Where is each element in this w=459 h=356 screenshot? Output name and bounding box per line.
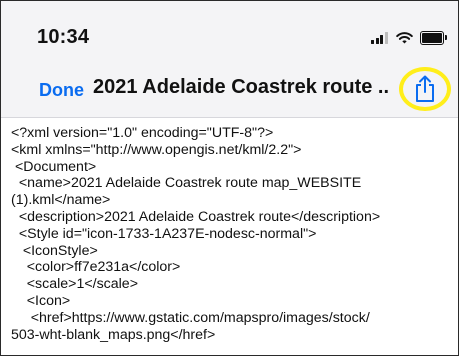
document-line: <href>https://www.gstatic.com/mapspro/im… bbox=[11, 309, 370, 326]
status-icons bbox=[371, 31, 447, 45]
document-line: <description>2021 Adelaide Coastrek rout… bbox=[11, 208, 381, 225]
status-time: 10:34 bbox=[37, 26, 90, 48]
app-screen: 10:34 Done 2021 Adelaide Coastrek route … bbox=[0, 0, 459, 356]
document-line: <Document> bbox=[11, 158, 97, 175]
document-line: <name>2021 Adelaide Coastrek route map_W… bbox=[11, 175, 362, 192]
wifi-icon bbox=[396, 32, 413, 44]
battery-icon bbox=[420, 31, 447, 45]
signal-icon bbox=[371, 32, 389, 44]
document-line: <scale>1</scale> bbox=[11, 276, 138, 293]
document-line: 503-wht-blank_maps.png</href> bbox=[11, 326, 216, 343]
document-line: <color>ff7e231a</color> bbox=[11, 259, 181, 276]
done-button[interactable]: Done bbox=[39, 80, 84, 101]
document-line: <Icon> bbox=[11, 292, 71, 309]
status-bar: 10:34 bbox=[1, 1, 458, 63]
document-line: <?xml version="1.0" encoding="UTF-8"?> bbox=[11, 125, 274, 141]
document-line: <IconStyle> bbox=[11, 242, 98, 259]
navigation-bar: Done 2021 Adelaide Coastrek route .. bbox=[1, 63, 458, 118]
document-line: <kml xmlns="http://www.opengis.net/kml/2… bbox=[11, 141, 302, 158]
xml-document-content: <?xml version="1.0" encoding="UTF-8"?> <k… bbox=[11, 125, 451, 343]
document-line: (1).kml</name> bbox=[11, 192, 111, 209]
document-line: <Style id="icon-1733-1A237E-nodesc-norma… bbox=[11, 225, 317, 242]
document-title: 2021 Adelaide Coastrek route .. bbox=[93, 76, 390, 98]
share-icon[interactable] bbox=[412, 75, 438, 103]
